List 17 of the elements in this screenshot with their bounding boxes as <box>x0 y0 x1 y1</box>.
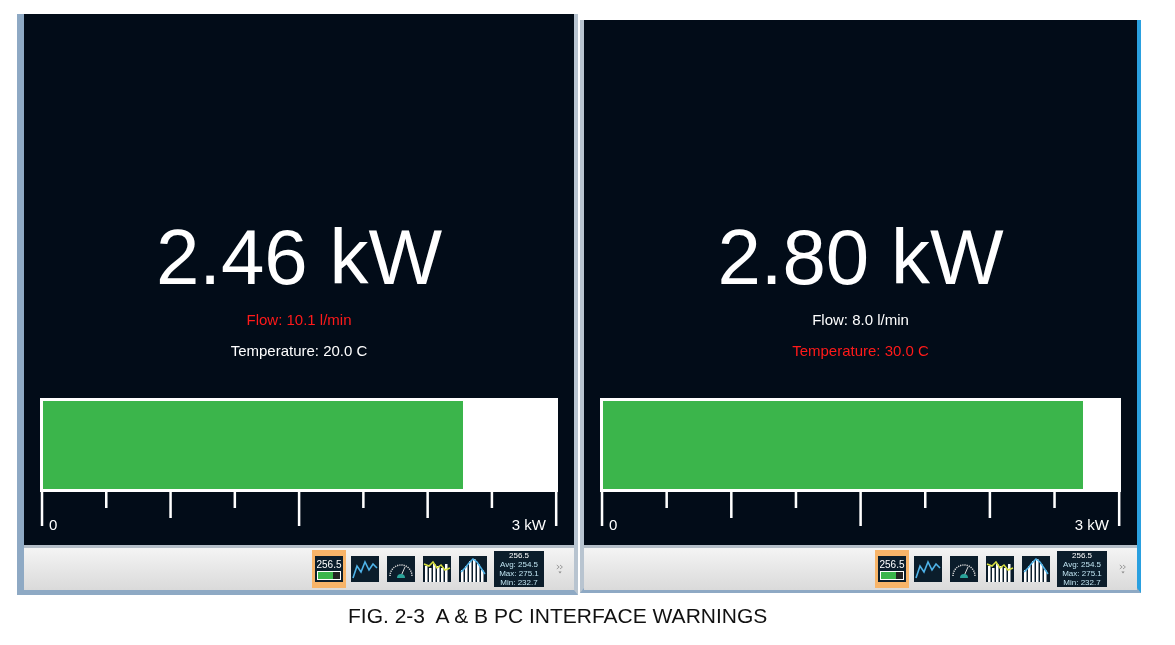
scale-min-label: 0 <box>609 516 618 533</box>
reading-text: Temperature: 20.0 C <box>230 341 368 361</box>
stats-view-button[interactable]: 256.5 Avg: 254.5 Max: 275.1 Min: 232.7 <box>1055 550 1109 588</box>
scale-max-label: 3 kW <box>1074 516 1109 533</box>
reading-text: Temperature: 30.0 C <box>792 341 929 361</box>
value-view-button[interactable]: 256.5 <box>875 550 909 588</box>
scale-min-label: 0 <box>49 516 58 533</box>
power-value: 2.80 kW <box>717 214 1004 300</box>
stats-view-button[interactable]: 256.5 Avg: 254.5 Max: 275.1 Min: 232.7 <box>492 550 546 588</box>
reading-text: Flow: 8.0 l/min <box>812 310 909 330</box>
reading-text: Flow: 10.1 l/min <box>246 310 352 330</box>
value-view-button[interactable]: 256.5 <box>312 550 346 588</box>
figure-caption: FIG. 2-3 A & B PC INTERFACE WARNINGS <box>347 604 769 628</box>
bar-chart-icon <box>1022 556 1050 582</box>
bar-chart-icon <box>459 556 487 582</box>
scale-max-label: 3 kW <box>511 516 546 533</box>
power-value: 2.46 kW <box>155 214 443 300</box>
